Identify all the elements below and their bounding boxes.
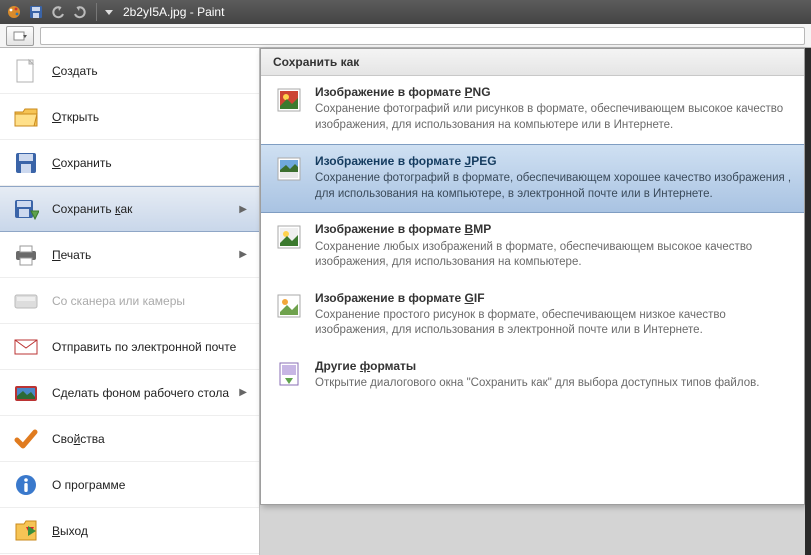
menu-item-scanner: Со сканера или камеры	[0, 278, 259, 324]
menu-item-label: Отправить по электронной почте	[52, 340, 247, 354]
chevron-right-icon: ▶	[239, 387, 247, 398]
saveas-option-desc: Сохранение фотографий или рисунков в фор…	[315, 102, 792, 133]
save-as-submenu: Сохранить как Изображение в формате PNG С…	[260, 48, 805, 505]
chevron-right-icon: ▶	[239, 204, 247, 215]
menu-item-label: О программе	[52, 478, 247, 492]
background-app-strip	[805, 48, 811, 555]
menu-item-saveas[interactable]: Сохранить как▶	[0, 186, 259, 232]
application-menu: СоздатьОткрытьСохранитьСохранить как▶Печ…	[0, 48, 260, 555]
saveas-option-gif[interactable]: Изображение в формате GIF Сохранение прос…	[261, 282, 804, 350]
qat-customize-dropdown[interactable]	[103, 2, 115, 22]
menu-item-open[interactable]: Открыть	[0, 94, 259, 140]
qat-redo-icon[interactable]	[70, 2, 90, 22]
bmp-icon	[273, 221, 305, 253]
saveas-option-desc: Сохранение фотографий в формате, обеспеч…	[315, 171, 792, 202]
application-menu-button[interactable]	[6, 26, 34, 46]
print-icon	[12, 241, 40, 269]
menu-item-exit[interactable]: Выход	[0, 508, 259, 554]
menu-item-label: Выход	[52, 524, 247, 538]
jpeg-icon	[273, 153, 305, 185]
check-icon	[12, 425, 40, 453]
menu-item-label: Открыть	[52, 110, 247, 124]
gif-icon	[273, 290, 305, 322]
save-icon	[12, 149, 40, 177]
chevron-right-icon: ▶	[239, 249, 247, 260]
quick-access-toolbar	[4, 2, 115, 22]
titlebar: 2b2yI5A.jpg - Paint	[0, 0, 811, 24]
ribbon-empty-area	[40, 27, 805, 45]
saveas-option-title: Изображение в формате BMP	[315, 221, 792, 237]
menu-item-label: Со сканера или камеры	[52, 294, 247, 308]
saveas-option-title: Изображение в формате JPEG	[315, 153, 792, 169]
window-title: 2b2yI5A.jpg - Paint	[123, 5, 224, 19]
saveas-icon	[12, 195, 40, 223]
menu-item-label: Сделать фоном рабочего стола	[52, 386, 239, 400]
menu-item-label: Создать	[52, 64, 247, 78]
wallpaper-icon	[12, 379, 40, 407]
menu-item-new[interactable]: Создать	[0, 48, 259, 94]
menu-item-sendmail[interactable]: Отправить по электронной почте	[0, 324, 259, 370]
menu-item-print[interactable]: Печать▶	[0, 232, 259, 278]
saveas-option-desc: Сохранение простого рисунок в формате, о…	[315, 308, 792, 339]
menu-item-props[interactable]: Свойства	[0, 416, 259, 462]
other-format-icon	[273, 358, 305, 390]
paint-logo-icon[interactable]	[4, 2, 24, 22]
saveas-option-png[interactable]: Изображение в формате PNG Сохранение фото…	[261, 76, 804, 144]
appname-label: Paint	[197, 5, 224, 19]
ribbon-row	[0, 24, 811, 48]
exit-icon	[12, 517, 40, 545]
saveas-option-title: Изображение в формате GIF	[315, 290, 792, 306]
menu-item-label: Печать	[52, 248, 239, 262]
new-doc-icon	[12, 57, 40, 85]
info-icon	[12, 471, 40, 499]
saveas-option-bmp[interactable]: Изображение в формате BMP Сохранение любы…	[261, 213, 804, 281]
saveas-option-other[interactable]: Другие форматы Открытие диалогового окна …	[261, 350, 804, 403]
scanner-icon	[12, 287, 40, 315]
saveas-option-desc: Открытие диалогового окна "Сохранить как…	[315, 376, 792, 392]
open-folder-icon	[12, 103, 40, 131]
filename-label: 2b2yI5A.jpg	[123, 5, 186, 19]
submenu-title: Сохранить как	[261, 49, 804, 76]
menu-item-label: Сохранить	[52, 156, 247, 170]
saveas-option-desc: Сохранение любых изображений в формате, …	[315, 240, 792, 271]
png-icon	[273, 84, 305, 116]
saveas-option-jpeg[interactable]: Изображение в формате JPEG Сохранение фот…	[261, 144, 804, 213]
saveas-option-title: Другие форматы	[315, 358, 792, 374]
menu-item-save[interactable]: Сохранить	[0, 140, 259, 186]
qat-undo-icon[interactable]	[48, 2, 68, 22]
menu-item-label: Сохранить как	[52, 202, 239, 216]
saveas-option-title: Изображение в формате PNG	[315, 84, 792, 100]
mail-icon	[12, 333, 40, 361]
qat-save-icon[interactable]	[26, 2, 46, 22]
menu-item-label: Свойства	[52, 432, 247, 446]
menu-item-about[interactable]: О программе	[0, 462, 259, 508]
menu-item-wallpaper[interactable]: Сделать фоном рабочего стола▶	[0, 370, 259, 416]
